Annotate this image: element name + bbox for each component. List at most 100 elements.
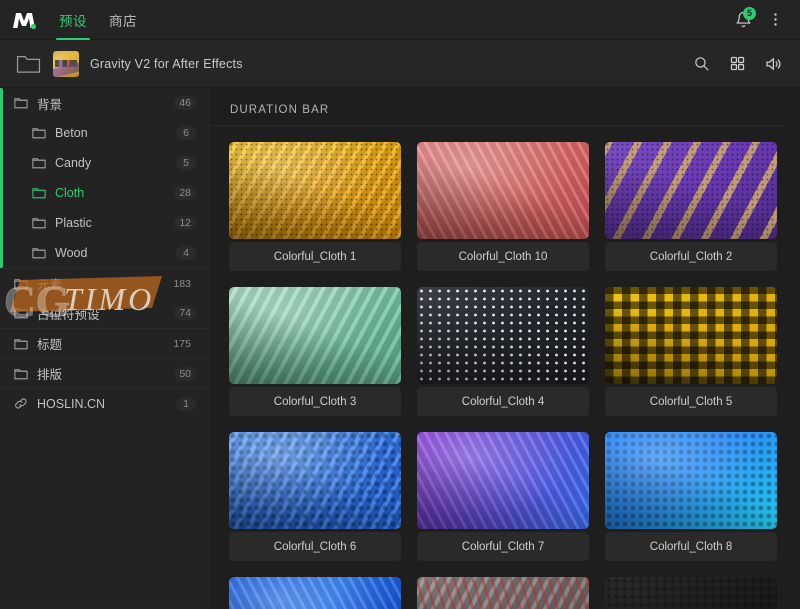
sidebar-item-count: 5 xyxy=(176,156,196,170)
preset-card[interactable]: Colorful_Cloth 6 xyxy=(229,432,401,561)
folder-icon[interactable] xyxy=(16,54,41,74)
link-icon xyxy=(14,397,28,410)
preset-card[interactable]: Colorful_Cloth 2 xyxy=(605,142,777,271)
grid-view-icon[interactable] xyxy=(722,49,752,79)
sidebar: 背景 46 Beton 6 Candy 5 Cloth 28 Plastic 12 Wood 4 元素 1… xyxy=(0,88,210,609)
tab-presets[interactable]: 预设 xyxy=(48,0,98,40)
texture-layer xyxy=(605,577,777,609)
preset-card[interactable] xyxy=(229,577,401,609)
sidebar-item-hoslin-cn[interactable]: HOSLIN.CN 1 xyxy=(0,388,210,418)
sidebar-item-[interactable]: 占位符预设 74 xyxy=(0,298,210,328)
product-title: Gravity V2 for After Effects xyxy=(90,56,243,71)
folder-icon xyxy=(14,97,28,109)
top-bar: 预设 商店 5 xyxy=(0,0,800,40)
preset-card[interactable] xyxy=(417,577,589,609)
preset-thumbnail xyxy=(417,142,589,239)
tab-bar: 预设 商店 xyxy=(48,0,148,40)
folder-icon xyxy=(32,187,46,199)
preset-card[interactable]: Colorful_Cloth 8 xyxy=(605,432,777,561)
texture-layer xyxy=(605,142,777,239)
texture-layer xyxy=(417,432,589,529)
sidebar-item-count: 183 xyxy=(173,277,191,290)
breadcrumb-actions xyxy=(686,49,788,79)
top-bar-actions: 5 xyxy=(728,5,800,35)
preset-card[interactable]: Colorful_Cloth 1 xyxy=(229,142,401,271)
folder-icon xyxy=(32,247,46,259)
product-thumbnail xyxy=(53,50,79,77)
sidebar-item-count: 4 xyxy=(176,246,196,260)
preset-thumbnail xyxy=(605,432,777,529)
preset-card-label: Colorful_Cloth 7 xyxy=(417,532,589,561)
preset-thumbnail xyxy=(605,577,777,609)
sidebar-item-count: 1 xyxy=(176,396,196,411)
preset-thumbnail xyxy=(229,142,401,239)
sidebar-item-label: 占位符预设 xyxy=(37,307,100,322)
sidebar-item-count: 46 xyxy=(174,96,196,110)
notifications-button[interactable]: 5 xyxy=(728,5,758,35)
texture-layer xyxy=(605,432,777,529)
texture-layer xyxy=(605,287,777,384)
sidebar-item-count: 175 xyxy=(173,337,191,350)
sidebar-item-beton[interactable]: Beton 6 xyxy=(0,118,210,148)
sidebar-item-[interactable]: 排版 50 xyxy=(0,358,210,388)
tab-presets-label: 预设 xyxy=(59,13,87,29)
more-menu-button[interactable] xyxy=(760,5,790,35)
tab-store-label: 商店 xyxy=(109,13,137,29)
preset-card[interactable] xyxy=(605,577,777,609)
preset-card[interactable]: Colorful_Cloth 5 xyxy=(605,287,777,416)
sidebar-item-label: Beton xyxy=(55,126,88,140)
preset-card-label: Colorful_Cloth 3 xyxy=(229,387,401,416)
preset-thumbnail xyxy=(417,432,589,529)
sidebar-item-label: 背景 xyxy=(37,97,63,112)
preset-thumbnail xyxy=(229,432,401,529)
preset-thumbnail xyxy=(229,577,401,609)
folder-icon xyxy=(32,217,46,229)
sidebar-item-count: 6 xyxy=(176,126,196,140)
texture-layer xyxy=(417,142,589,239)
sidebar-item-count: 50 xyxy=(174,366,196,381)
preset-card-label: Colorful_Cloth 8 xyxy=(605,532,777,561)
preset-card[interactable]: Colorful_Cloth 3 xyxy=(229,287,401,416)
main-content: DURATION BAR Colorful_Cloth 1 Colorful_Cl… xyxy=(210,88,800,609)
folder-icon xyxy=(32,157,46,169)
folder-icon xyxy=(14,307,28,319)
sidebar-item-plastic[interactable]: Plastic 12 xyxy=(0,208,210,238)
preset-card-label: Colorful_Cloth 10 xyxy=(417,242,589,271)
app-logo[interactable] xyxy=(0,0,48,40)
sidebar-item-count: 12 xyxy=(174,216,196,230)
texture-layer xyxy=(417,577,589,609)
sidebar-item-label: 排版 xyxy=(37,368,63,382)
notification-badge: 5 xyxy=(743,6,756,20)
preset-card-label: Colorful_Cloth 5 xyxy=(605,387,777,416)
sidebar-item-candy[interactable]: Candy 5 xyxy=(0,148,210,178)
sidebar-item-count: 28 xyxy=(174,186,196,200)
sidebar-item-[interactable]: 背景 46 xyxy=(0,88,210,118)
sidebar-item-label: Candy xyxy=(55,156,92,170)
sound-icon[interactable] xyxy=(758,49,788,79)
tab-store[interactable]: 商店 xyxy=(98,0,148,40)
sidebar-nav-list: 背景 46 Beton 6 Candy 5 Cloth 28 Plastic 12 Wood 4 元素 1… xyxy=(0,88,210,418)
preset-card[interactable]: Colorful_Cloth 7 xyxy=(417,432,589,561)
preset-thumbnail xyxy=(605,142,777,239)
sidebar-item-label: 标题 xyxy=(37,338,63,352)
sidebar-item-cloth[interactable]: Cloth 28 xyxy=(0,178,210,208)
preset-card[interactable]: Colorful_Cloth 10 xyxy=(417,142,589,271)
body: 背景 46 Beton 6 Candy 5 Cloth 28 Plastic 12 Wood 4 元素 1… xyxy=(0,88,800,609)
sidebar-item-label: HOSLIN.CN xyxy=(37,396,106,411)
sidebar-item-label: Cloth xyxy=(55,186,85,200)
sidebar-item-[interactable]: 元素 183 xyxy=(0,268,210,298)
search-icon[interactable] xyxy=(686,49,716,79)
preset-thumbnail xyxy=(417,287,589,384)
texture-layer xyxy=(229,142,401,239)
folder-icon xyxy=(14,338,28,350)
sidebar-item-wood[interactable]: Wood 4 xyxy=(0,238,210,268)
sidebar-item-label: 元素 xyxy=(37,278,63,292)
preset-grid: Colorful_Cloth 1 Colorful_Cloth 10 Colorfu… xyxy=(210,126,800,609)
section-title: DURATION BAR xyxy=(210,88,784,126)
preset-thumbnail xyxy=(605,287,777,384)
folder-icon xyxy=(14,368,28,380)
preset-thumbnail xyxy=(417,577,589,609)
preset-card[interactable]: Colorful_Cloth 4 xyxy=(417,287,589,416)
sidebar-item-[interactable]: 标题 175 xyxy=(0,328,210,358)
preset-thumbnail xyxy=(229,287,401,384)
